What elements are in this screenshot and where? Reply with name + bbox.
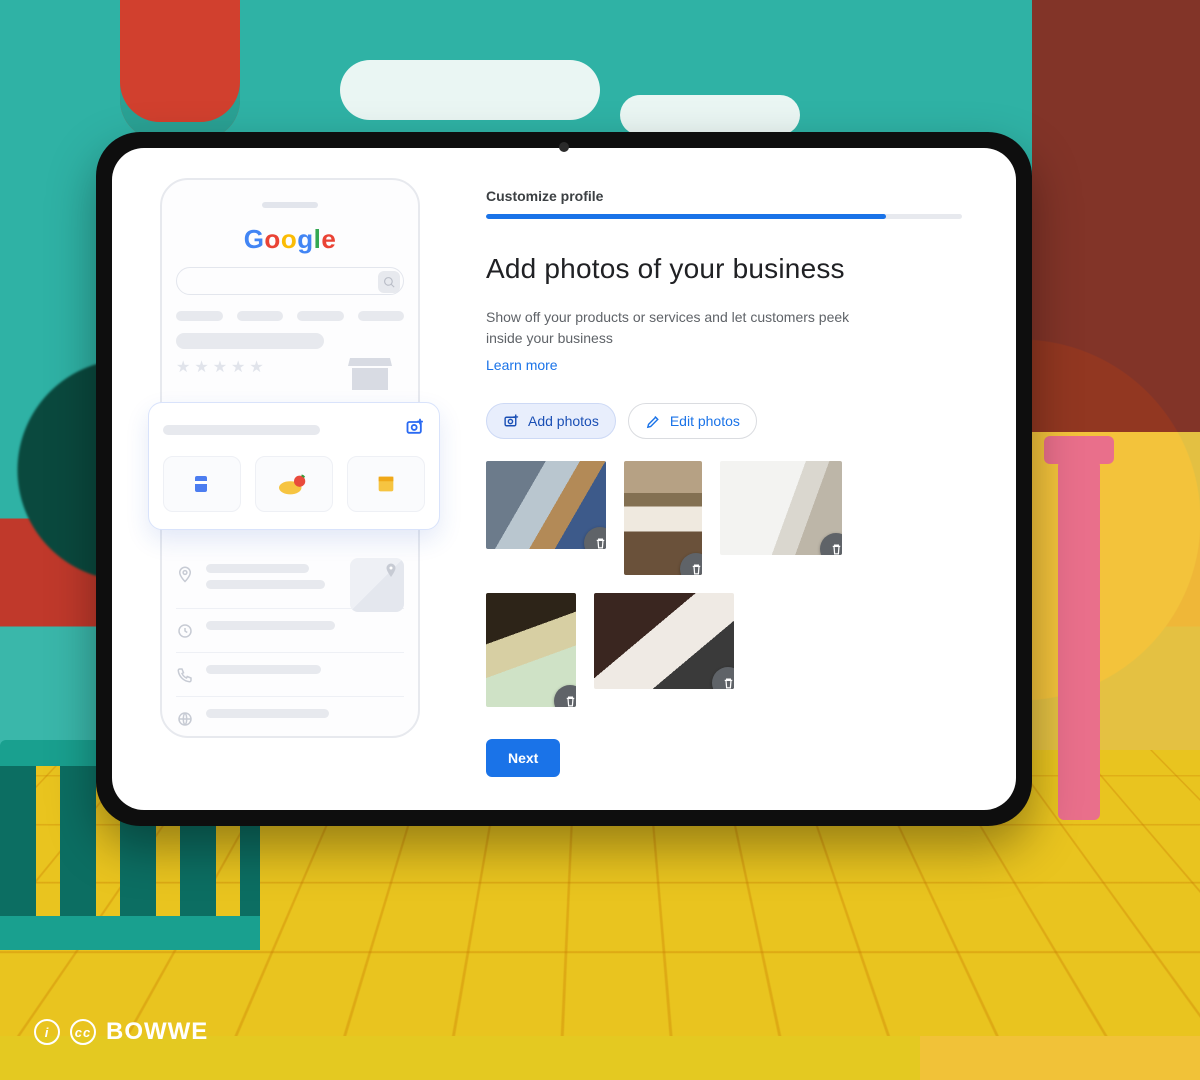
learn-more-link[interactable]: Learn more (486, 357, 558, 373)
photo-thumbnail[interactable] (486, 461, 606, 549)
add-photo-icon (503, 413, 520, 430)
delete-photo-button[interactable] (680, 553, 702, 575)
attribution-icon: i (34, 1019, 60, 1045)
delete-photo-button[interactable] (712, 667, 734, 689)
clock-icon (176, 622, 194, 640)
add-photo-icon (405, 417, 425, 442)
delete-photo-button[interactable] (584, 527, 606, 549)
globe-icon (176, 710, 194, 728)
photo-thumbnail[interactable] (624, 461, 702, 575)
preview-thumb-3 (347, 456, 425, 512)
preview-column: Google ★★★★★ (112, 148, 452, 810)
map-thumbnail (350, 558, 404, 612)
main-panel: Customize profile Add photos of your bus… (452, 148, 1016, 810)
preview-info-list (176, 552, 404, 740)
tablet-frame: Google ★★★★★ (96, 132, 1032, 826)
delete-photo-button[interactable] (820, 533, 842, 555)
progress-fill (486, 214, 886, 219)
phone-speaker (262, 202, 318, 208)
add-photos-label: Add photos (528, 413, 599, 429)
tablet-camera-dot (559, 142, 569, 152)
search-icon (378, 271, 400, 293)
tablet-screen: Google ★★★★★ (112, 148, 1016, 810)
preview-tabs (176, 311, 404, 321)
progress-bar (486, 214, 962, 219)
google-logo: Google (176, 224, 404, 255)
preview-title (176, 333, 324, 349)
photo-thumbnail[interactable] (594, 593, 734, 689)
pin-icon (176, 565, 194, 583)
add-photos-button[interactable]: Add photos (486, 403, 616, 439)
phone-preview: Google ★★★★★ (160, 178, 420, 738)
preview-thumb-1 (163, 456, 241, 512)
page-heading: Add photos of your business (486, 253, 962, 285)
watermark-brand: BOWWE (106, 1018, 208, 1046)
photo-thumbnail[interactable] (720, 461, 842, 555)
decorative-pillar (120, 0, 240, 140)
preview-thumb-2 (255, 456, 333, 512)
page-description: Show off your products or services and l… (486, 307, 866, 349)
step-label: Customize profile (486, 188, 962, 204)
photo-grid (486, 461, 906, 707)
search-bar (176, 267, 404, 295)
next-button[interactable]: Next (486, 739, 560, 777)
preview-card-title (163, 425, 320, 435)
delete-photo-button[interactable] (554, 685, 576, 707)
photos-preview-card (148, 402, 440, 530)
decorative-column (1058, 460, 1100, 820)
pencil-icon (645, 413, 662, 430)
photo-thumbnail[interactable] (486, 593, 576, 707)
storefront-icon (342, 348, 398, 396)
edit-photos-button[interactable]: Edit photos (628, 403, 757, 439)
edit-photos-label: Edit photos (670, 413, 740, 429)
cc-icon: cc (70, 1019, 96, 1045)
watermark: i cc BOWWE (34, 1018, 208, 1046)
phone-icon (176, 666, 194, 684)
